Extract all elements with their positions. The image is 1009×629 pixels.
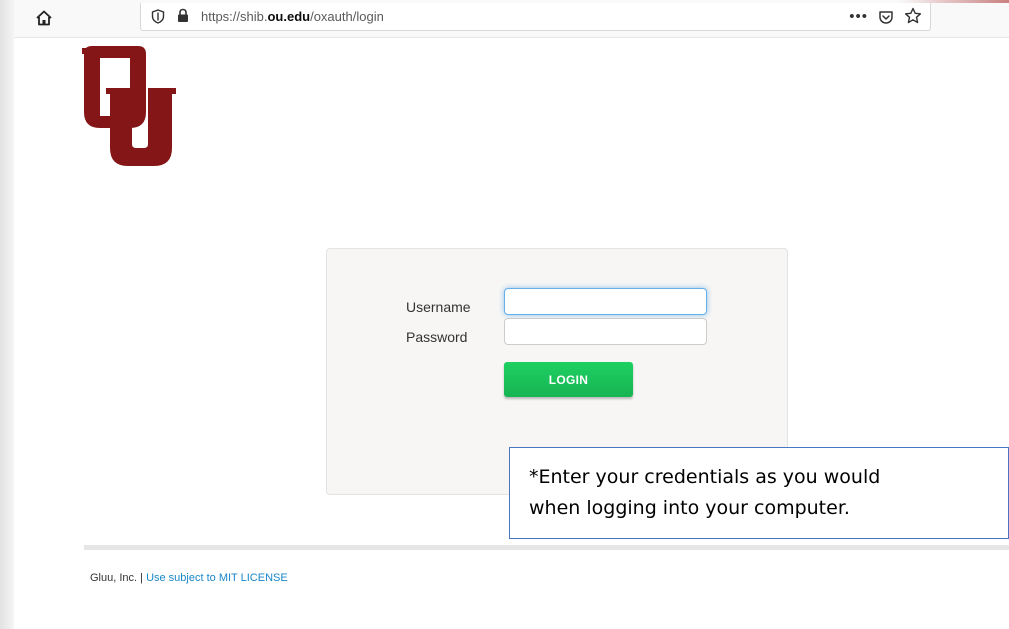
footer: Gluu, Inc. | Use subject to MIT LICENSE — [90, 572, 288, 584]
password-label: Password — [406, 329, 468, 345]
url-text[interactable]: https://shib.ou.edu/oxauth/login — [201, 9, 384, 24]
browser-toolbar: https://shib.ou.edu/oxauth/login ••• — [14, 0, 1009, 38]
url-bar[interactable]: https://shib.ou.edu/oxauth/login ••• — [140, 3, 931, 31]
footer-divider — [84, 545, 1009, 550]
url-domain: ou.edu — [267, 9, 311, 24]
callout-line-1: *Enter your credentials as you would — [529, 466, 881, 488]
username-input[interactable] — [504, 288, 707, 315]
login-button[interactable]: LOGIN — [504, 362, 633, 397]
instruction-callout: *Enter your credentials as you would whe… — [509, 447, 1009, 539]
lock-icon[interactable] — [177, 8, 189, 23]
footer-company: Gluu, Inc. | — [90, 572, 143, 584]
pocket-icon[interactable] — [878, 9, 894, 25]
star-icon[interactable] — [904, 7, 922, 25]
callout-line-2: when logging into your computer. — [529, 497, 850, 519]
url-path: /oxauth/login — [310, 9, 384, 24]
password-input[interactable] — [504, 318, 707, 345]
username-label: Username — [406, 299, 471, 315]
mit-license-link[interactable]: Use subject to MIT LICENSE — [146, 572, 288, 584]
shield-icon[interactable] — [151, 9, 165, 24]
url-prefix: https://shib. — [201, 9, 268, 24]
ou-logo — [82, 46, 176, 166]
slide-left-strip — [0, 0, 14, 629]
more-icon[interactable]: ••• — [849, 8, 868, 25]
home-icon[interactable] — [34, 8, 54, 28]
